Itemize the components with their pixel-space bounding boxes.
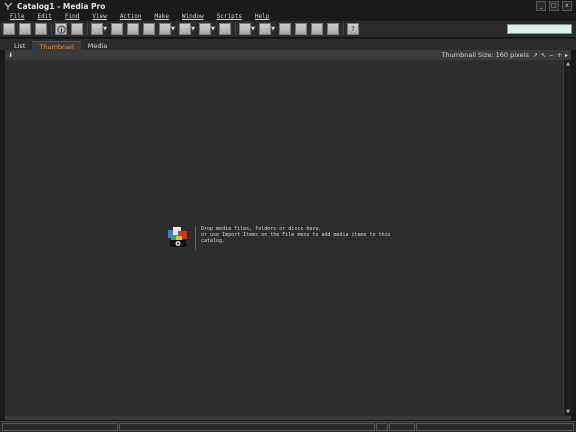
menu-view[interactable]: View [92, 13, 106, 20]
slideshow-icon[interactable] [219, 23, 231, 35]
drop-hint: Drop media files, folders or discs here,… [167, 226, 401, 250]
tool-icon[interactable] [295, 23, 307, 35]
toolbar-divider [51, 23, 52, 35]
menu-find[interactable]: Find [65, 13, 79, 20]
drop-hint-line-2: or use Import Items on the File menu to … [201, 232, 391, 244]
status-segment [119, 423, 375, 431]
status-segment [416, 423, 574, 431]
image-icon[interactable] [71, 23, 83, 35]
menu-file[interactable]: File [10, 13, 24, 20]
toolbar: ▼ ▼ ▼ ▼ ▼ ▼ ? [0, 21, 576, 38]
maximize-button[interactable]: □ [549, 1, 559, 11]
toolbar-divider [87, 23, 88, 35]
export-dropdown-icon[interactable]: ▼ [271, 23, 275, 35]
export-icon[interactable] [259, 23, 271, 35]
toolbar-divider [343, 23, 344, 35]
tool-icon[interactable] [143, 23, 155, 35]
rotate-dropdown-icon[interactable]: ▼ [251, 23, 255, 35]
menu-bar: File Edit Find View Action Make Window S… [0, 12, 576, 21]
save-icon[interactable] [35, 23, 47, 35]
menu-action[interactable]: Action [120, 13, 142, 20]
window-title: Catalog1 - Media Pro [17, 1, 106, 11]
zoom-out-icon[interactable]: − [549, 52, 554, 59]
import-icon[interactable] [91, 23, 103, 35]
menu-edit[interactable]: Edit [37, 13, 51, 20]
zoom-in-icon[interactable]: + [557, 52, 562, 59]
filter-icon[interactable] [199, 23, 211, 35]
tab-media[interactable]: Media [81, 41, 115, 50]
tab-thumbnail[interactable]: Thumbnail [32, 41, 81, 51]
import-dropdown-icon[interactable]: ▼ [103, 23, 107, 35]
status-segment [376, 423, 388, 431]
search-input[interactable] [507, 24, 572, 34]
thumbnail-size-label: Thumbnail Size: 160 pixels [441, 51, 529, 59]
drop-hint-text: Drop media files, folders or discs here,… [201, 226, 401, 244]
expand-icon[interactable]: ↗ [533, 52, 538, 59]
filter-dropdown-icon[interactable]: ▼ [211, 23, 215, 35]
tool-icon[interactable] [111, 23, 123, 35]
horizontal-scrollbar[interactable] [5, 416, 571, 420]
view-tabs: List Thumbnail Media [0, 39, 576, 51]
close-button[interactable]: x [562, 1, 572, 11]
help-icon[interactable]: ? [347, 23, 359, 35]
menu-window[interactable]: Window [182, 13, 204, 20]
tool-icon[interactable] [279, 23, 291, 35]
new-catalog-icon[interactable] [3, 23, 15, 35]
menu-scripts[interactable]: Scripts [217, 13, 242, 20]
info-icon[interactable] [55, 23, 67, 35]
menu-help[interactable]: Help [255, 13, 269, 20]
tool-icon[interactable] [327, 23, 339, 35]
open-catalog-icon[interactable] [19, 23, 31, 35]
app-icon [4, 2, 13, 11]
collapse-icon[interactable]: ↖ [541, 52, 546, 59]
sort-arrow-icon[interactable]: ⬇ [8, 52, 13, 59]
window-edge [571, 50, 576, 420]
status-segment [2, 423, 118, 431]
rotate-icon[interactable] [239, 23, 251, 35]
drop-hint-divider [195, 226, 196, 250]
title-bar: Catalog1 - Media Pro _ □ x [0, 0, 576, 12]
status-segment [389, 423, 415, 431]
status-bar [0, 421, 576, 432]
tab-list[interactable]: List [7, 41, 32, 50]
info-bar: ⬇ Thumbnail Size: 160 pixels ↗ ↖ − + ▸ [5, 50, 571, 60]
menu-make[interactable]: Make [155, 13, 169, 20]
sort-icon[interactable] [179, 23, 191, 35]
minimize-button[interactable]: _ [536, 1, 546, 11]
pencil-icon[interactable] [311, 23, 323, 35]
sort-dropdown-icon[interactable]: ▼ [191, 23, 195, 35]
tool-icon[interactable] [127, 23, 139, 35]
toolbar-divider [235, 23, 236, 35]
tool-dropdown-icon[interactable]: ▼ [171, 23, 175, 35]
play-icon[interactable]: ▸ [565, 52, 568, 59]
tool-icon[interactable] [159, 23, 171, 35]
vertical-scrollbar[interactable]: ▲ ▼ [563, 60, 571, 416]
media-pro-logo-icon [167, 226, 189, 250]
